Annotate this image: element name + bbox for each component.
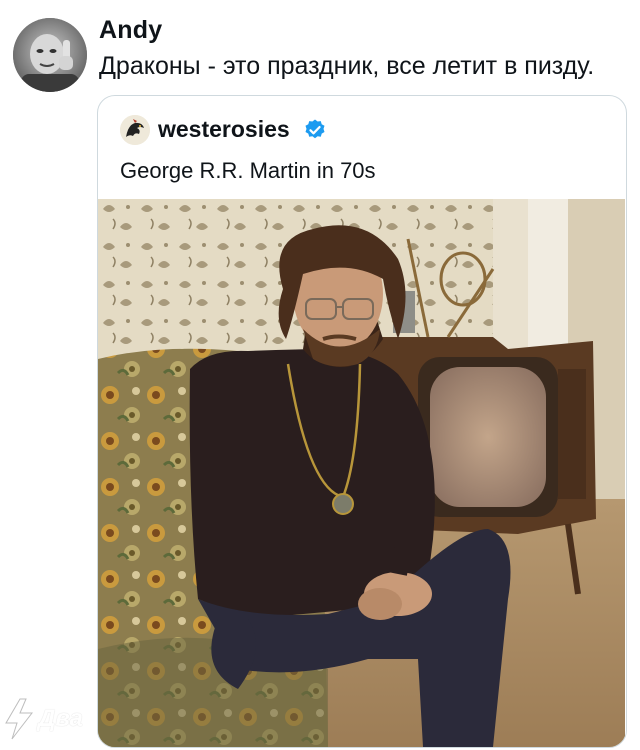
author-avatar[interactable] bbox=[13, 18, 87, 92]
quoted-tweet-photo[interactable] bbox=[98, 199, 625, 747]
dragon-emblem-avatar-icon bbox=[120, 115, 150, 145]
quoted-author-avatar[interactable] bbox=[120, 115, 150, 145]
quoted-tweet-card[interactable]: westerosies George R.R. Martin in 70s bbox=[97, 95, 627, 748]
quoted-author-name[interactable]: westerosies bbox=[158, 116, 290, 143]
tweet-text: Драконы - это праздник, все летит в пизд… bbox=[99, 52, 595, 80]
lightning-bolt-icon bbox=[5, 698, 34, 740]
quoted-tweet-text: George R.R. Martin in 70s bbox=[120, 158, 376, 183]
watermark: Два bbox=[2, 694, 112, 744]
author-name[interactable]: Andy bbox=[99, 16, 162, 45]
watermark-text: Два bbox=[38, 705, 83, 732]
verified-badge-icon bbox=[305, 119, 325, 139]
vintage-photo-of-bearded-man-seated-on-sofa-icon bbox=[98, 199, 625, 747]
user-avatar-photo-icon bbox=[13, 18, 87, 92]
